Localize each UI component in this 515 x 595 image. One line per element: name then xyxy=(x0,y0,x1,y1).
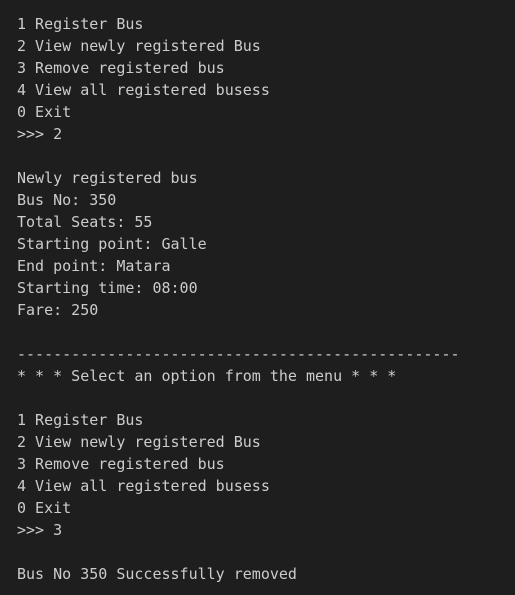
menu-option: 0 Exit xyxy=(17,103,72,121)
bus-number: Bus No: 350 xyxy=(17,191,117,209)
menu-option: 2 View newly registered Bus xyxy=(17,37,261,55)
total-seats: Total Seats: 55 xyxy=(17,213,153,231)
menu-heading: * * * Select an option from the menu * *… xyxy=(17,367,397,385)
input-prompt: >>> 2 xyxy=(17,125,63,143)
menu-option: 1 Register Bus xyxy=(17,15,144,33)
starting-time: Starting time: 08:00 xyxy=(17,279,198,297)
terminal-output: 1 Register Bus 2 View newly registered B… xyxy=(0,0,515,595)
bus-details-heading: Newly registered bus xyxy=(17,169,198,187)
menu-option: 1 Register Bus xyxy=(17,411,144,429)
menu-option: 0 Exit xyxy=(17,499,72,517)
fare: Fare: 250 xyxy=(17,301,99,319)
input-prompt: >>> 3 xyxy=(17,521,63,539)
end-point: End point: Matara xyxy=(17,257,171,275)
menu-option: 4 View all registered busess xyxy=(17,477,270,495)
result-message: Bus No 350 Successfully removed xyxy=(17,565,297,583)
starting-point: Starting point: Galle xyxy=(17,235,207,253)
menu-option: 4 View all registered busess xyxy=(17,81,270,99)
menu-option: 3 Remove registered bus xyxy=(17,59,225,77)
menu-option: 3 Remove registered bus xyxy=(17,455,225,473)
menu-option: 2 View newly registered Bus xyxy=(17,433,261,451)
separator-line: ----------------------------------------… xyxy=(17,345,460,363)
